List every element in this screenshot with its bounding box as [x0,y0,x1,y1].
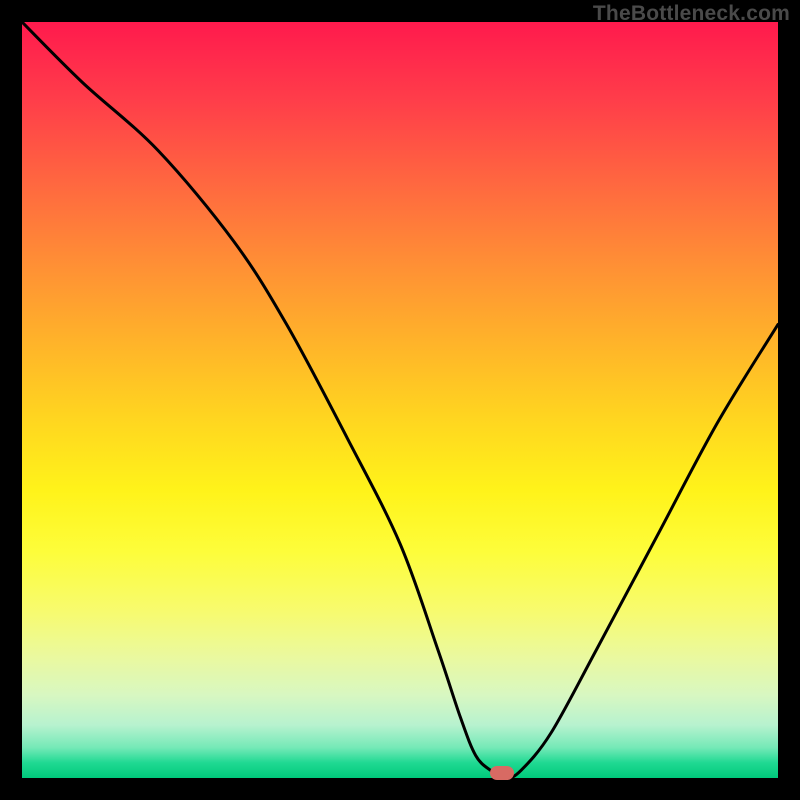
optimum-marker [490,766,514,780]
chart-frame: TheBottleneck.com [0,0,800,800]
plot-area [22,22,778,778]
curve-path [22,22,778,778]
bottleneck-curve [22,22,778,778]
watermark-text: TheBottleneck.com [593,2,790,26]
